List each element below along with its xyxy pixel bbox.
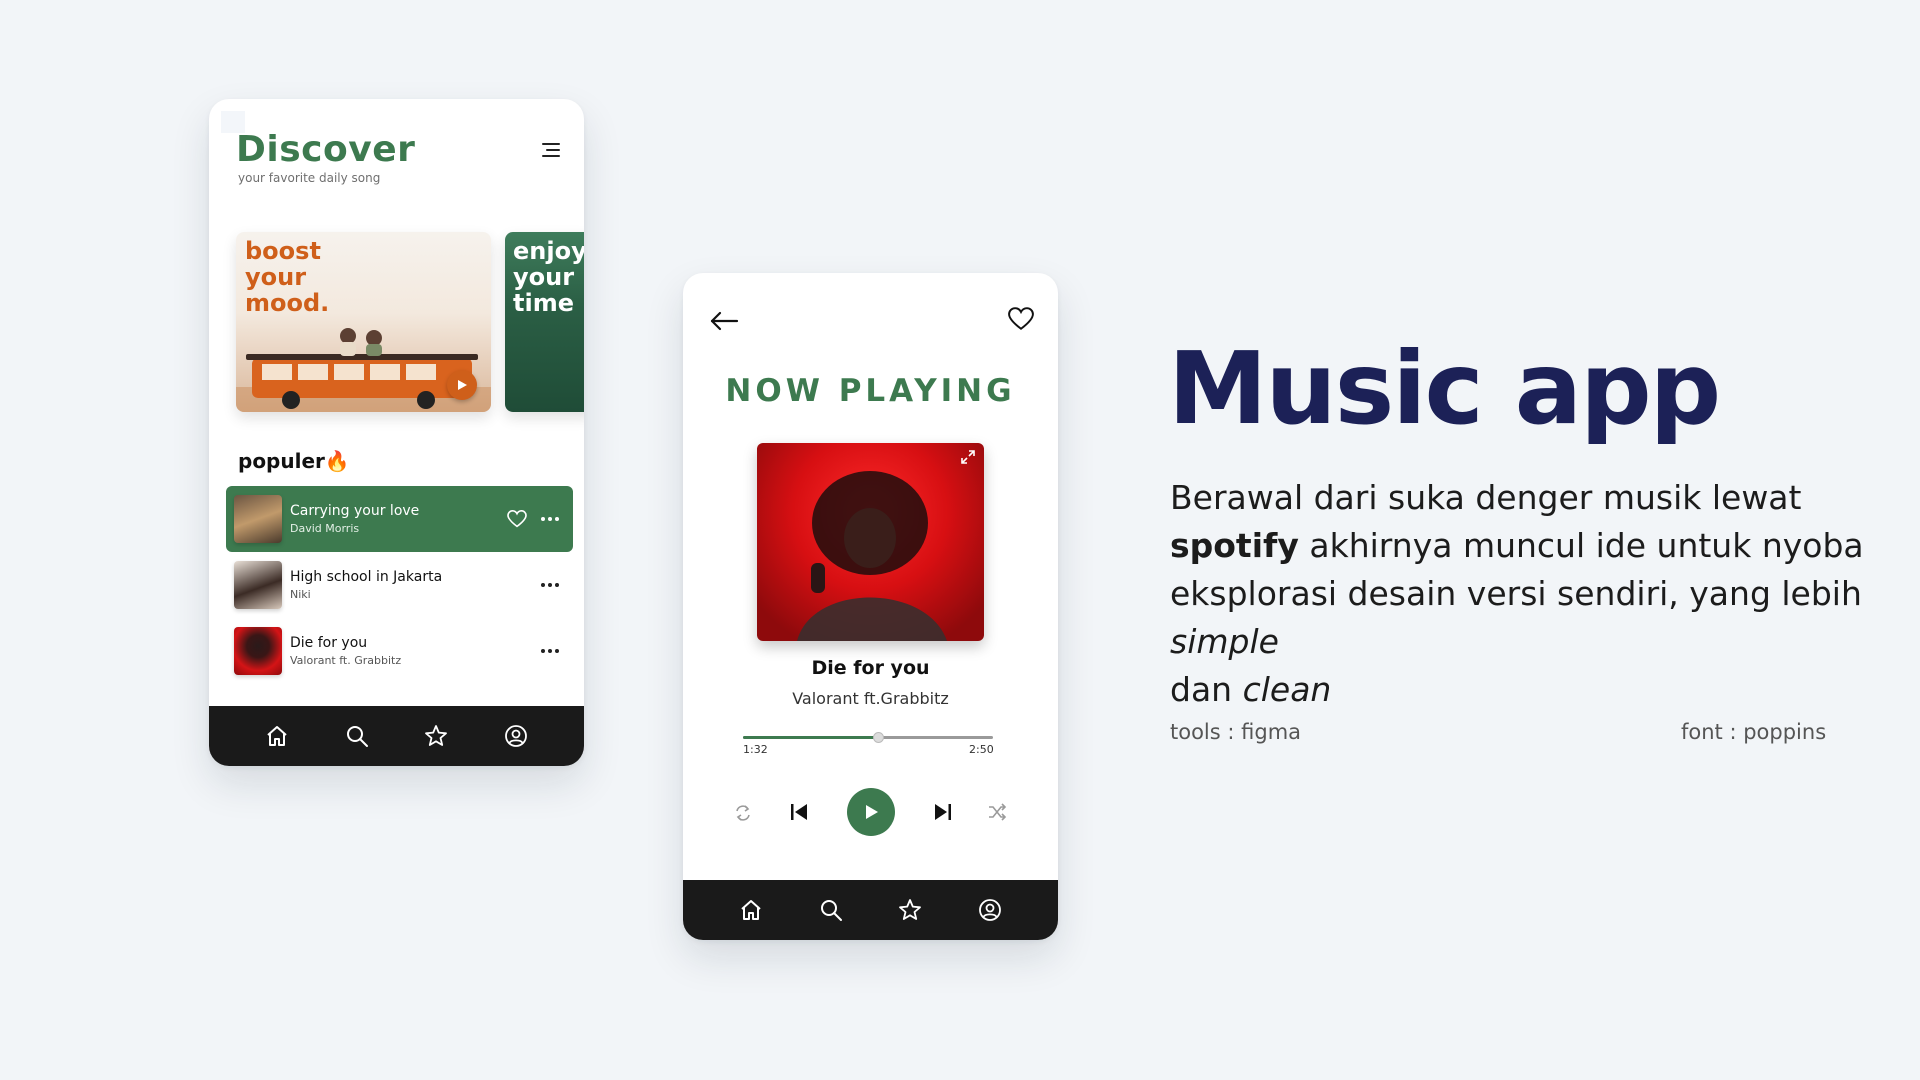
play-icon (866, 805, 878, 819)
page-title: Discover (236, 129, 416, 170)
elapsed-time: 1:32 (743, 743, 768, 756)
hero-description: Berawal dari suka denger musik lewat spo… (1170, 478, 1864, 709)
profile-icon[interactable] (503, 723, 529, 749)
back-arrow-icon[interactable] (709, 309, 739, 333)
next-icon[interactable] (931, 800, 955, 824)
banner-enjoy-time[interactable]: enjoy your time (505, 232, 584, 412)
profile-icon[interactable] (977, 897, 1003, 923)
album-cover (234, 495, 282, 543)
list-item[interactable]: Die for you Valorant ft. Grabbitz (226, 618, 573, 684)
star-icon[interactable] (423, 723, 449, 749)
section-title-populer: populer🔥 (238, 449, 350, 473)
progress-bar[interactable] (743, 732, 993, 743)
search-icon[interactable] (344, 723, 370, 749)
font-label: font : poppins (1681, 720, 1827, 744)
heart-icon[interactable] (507, 510, 527, 528)
hero-title: Music app (1168, 330, 1721, 447)
play-icon (458, 380, 467, 390)
current-song-title: Die for you (811, 657, 930, 679)
artwork-figure (797, 471, 947, 641)
banner-play-button[interactable] (447, 370, 477, 400)
progress-knob[interactable] (873, 732, 884, 743)
bottom-tab-bar (209, 706, 584, 766)
list-item[interactable]: High school in Jakarta Niki (226, 552, 573, 618)
more-options-icon[interactable] (541, 649, 559, 653)
song-artist: Niki (290, 588, 311, 601)
total-duration: 2:50 (969, 743, 994, 756)
song-artist: David Morris (290, 522, 360, 535)
repeat-icon[interactable] (731, 801, 755, 825)
now-playing-screen: NOW PLAYING Die for you Valorant ft.Grab… (683, 273, 1058, 940)
page-subtitle: your favorite daily song (238, 171, 381, 185)
play-button[interactable] (847, 788, 895, 836)
song-title: Die for you (290, 635, 368, 651)
album-cover (234, 561, 282, 609)
banner-boost-mood[interactable]: boost your mood. (236, 232, 491, 412)
tools-label: tools : figma (1170, 720, 1302, 744)
star-icon[interactable] (897, 897, 923, 923)
playback-controls (683, 788, 1058, 838)
home-icon[interactable] (738, 897, 764, 923)
current-song-artist: Valorant ft.Grabbitz (792, 689, 949, 708)
now-playing-heading: NOW PLAYING (725, 373, 1016, 409)
previous-icon[interactable] (787, 800, 811, 824)
bottom-tab-bar (683, 880, 1058, 940)
list-item[interactable]: Carrying your love David Morris (226, 486, 573, 552)
menu-icon[interactable] (540, 139, 562, 161)
song-title: High school in Jakarta (290, 569, 443, 585)
song-artist: Valorant ft. Grabbitz (290, 654, 402, 667)
search-icon[interactable] (818, 897, 844, 923)
banner-boost-text: boost your mood. (245, 237, 330, 317)
album-cover (234, 627, 282, 675)
discover-screen: Discover your favorite daily song boost … (209, 99, 584, 766)
expand-icon[interactable] (960, 449, 976, 465)
shuffle-icon[interactable] (985, 800, 1009, 824)
banner-enjoy-text: enjoy your time (513, 237, 584, 317)
song-title: Carrying your love (290, 503, 420, 519)
progress-fill (743, 736, 878, 739)
home-icon[interactable] (264, 723, 290, 749)
more-options-icon[interactable] (541, 517, 559, 521)
more-options-icon[interactable] (541, 583, 559, 587)
favorite-heart-icon[interactable] (1008, 307, 1034, 333)
album-artwork (757, 443, 984, 641)
